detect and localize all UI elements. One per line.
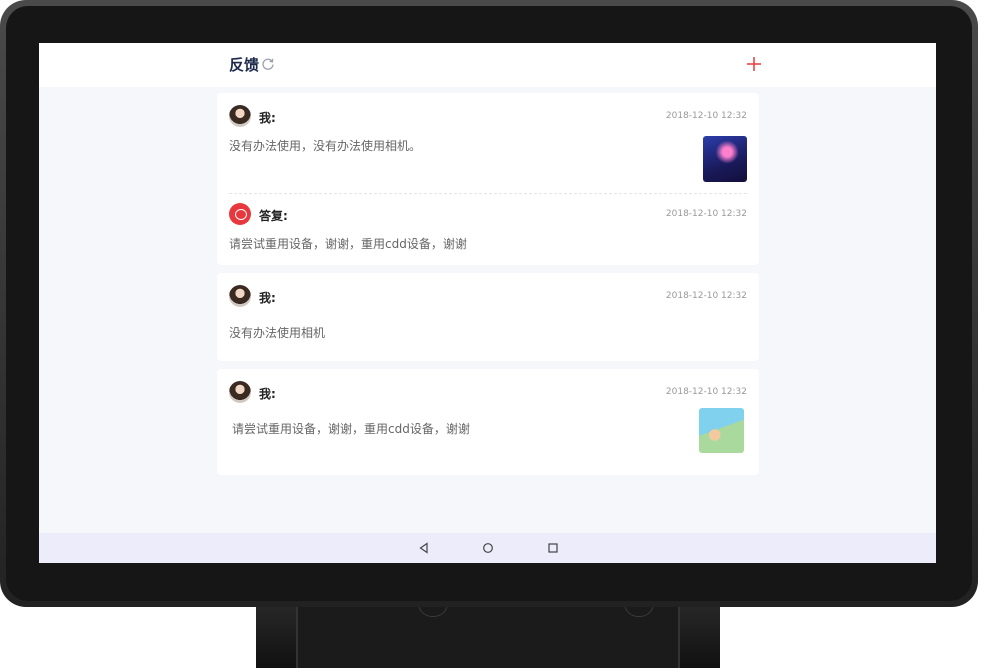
page-title: 反馈	[229, 56, 260, 74]
app-header: 反馈	[39, 43, 936, 87]
reply-text: 请尝试重用设备，谢谢，重用cdd设备，谢谢	[229, 237, 467, 251]
sender-name: 我:	[259, 111, 276, 125]
home-icon[interactable]	[481, 541, 495, 555]
reply-avatar	[229, 203, 251, 225]
timestamp: 2018-12-10 12:32	[665, 291, 747, 301]
avatar	[229, 285, 251, 307]
attachment-image[interactable]	[703, 136, 747, 182]
sender-name: 答复:	[259, 209, 288, 223]
feedback-card[interactable]: 我: 2018-12-10 12:32 请尝试重用设备，谢谢，重用cdd设备，谢…	[217, 369, 759, 475]
sender-name: 我:	[259, 387, 276, 401]
recents-icon[interactable]	[546, 541, 560, 555]
system-nav-bar	[39, 533, 936, 563]
timestamp: 2018-12-10 12:32	[665, 209, 747, 219]
chat-bubble-icon	[235, 209, 247, 220]
attachment-image[interactable]	[699, 408, 744, 453]
timestamp: 2018-12-10 12:32	[665, 387, 747, 397]
plus-icon[interactable]	[745, 55, 763, 73]
device-stand	[256, 598, 720, 668]
stand-column	[296, 598, 680, 668]
sender-name: 我:	[259, 291, 276, 305]
back-icon[interactable]	[417, 541, 431, 555]
divider	[229, 193, 747, 194]
refresh-icon[interactable]	[261, 57, 275, 71]
feedback-card[interactable]: 我: 2018-12-10 12:32 没有办法使用，没有办法使用相机。 答复:…	[217, 93, 759, 265]
avatar	[229, 105, 251, 127]
tablet-frame: 反馈 我: 2018-12-10 12:32 没有办法使用，没有办法使用相机。	[0, 0, 978, 607]
avatar	[229, 381, 251, 403]
message-text: 没有办法使用，没有办法使用相机。	[229, 139, 422, 153]
timestamp: 2018-12-10 12:32	[665, 111, 747, 121]
app-screen: 反馈 我: 2018-12-10 12:32 没有办法使用，没有办法使用相机。	[39, 43, 936, 563]
feedback-card[interactable]: 我: 2018-12-10 12:32 没有办法使用相机	[217, 273, 759, 361]
message-text: 请尝试重用设备，谢谢，重用cdd设备，谢谢	[232, 422, 470, 436]
message-text: 没有办法使用相机	[229, 326, 326, 340]
